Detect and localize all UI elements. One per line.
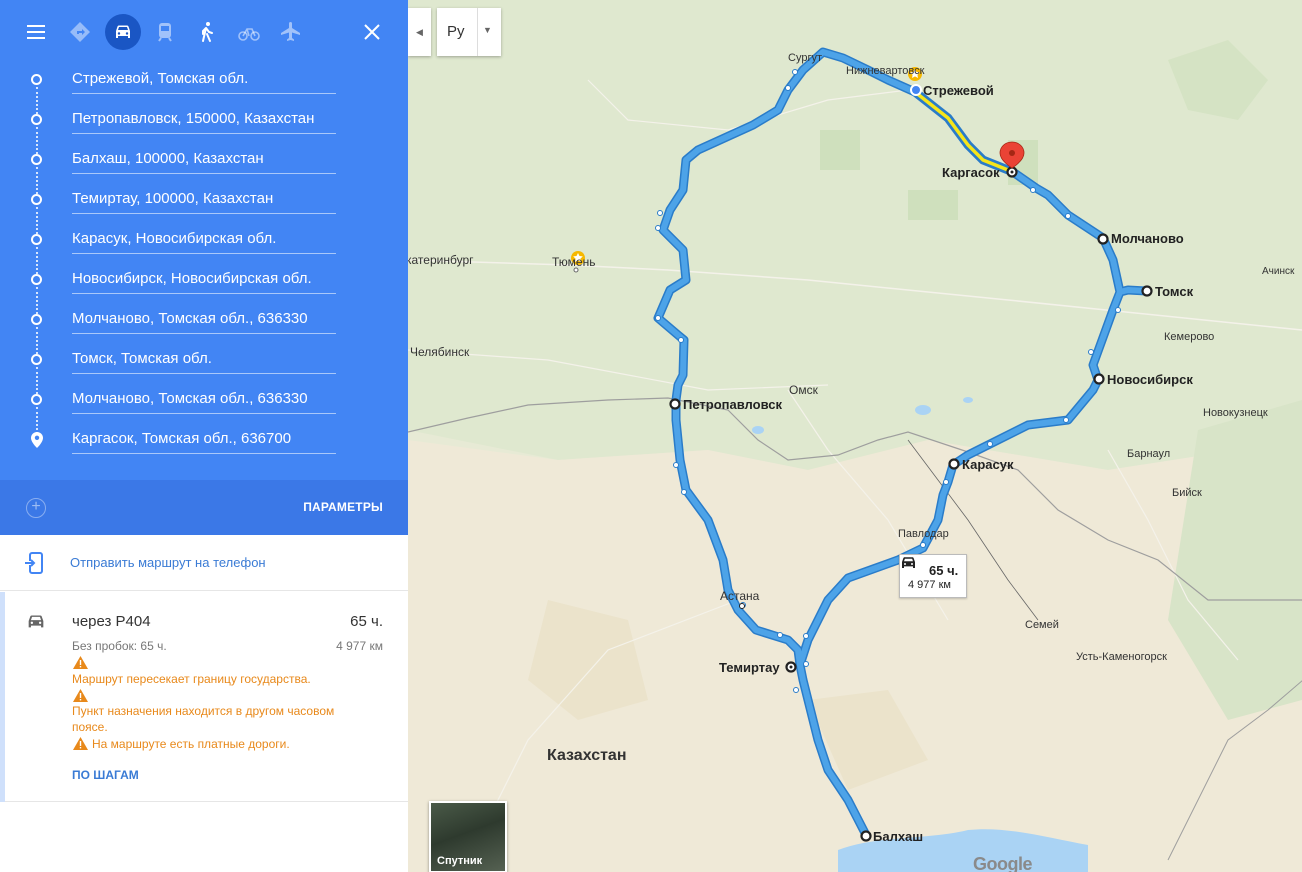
waypoint-item[interactable]: Томск, Томская обл. [0,340,408,394]
add-destination-icon[interactable]: + [26,498,46,518]
waypoint-list: Стрежевой, Томская обл. Петропавловск, 1… [0,60,408,460]
waypoint-circle-icon [31,154,42,165]
waypoint-item[interactable]: Петропавловск, 150000, Казахстан [0,100,408,154]
language-select[interactable]: Ру ▼ [437,8,501,56]
route-warning: На маршруте есть платные дороги. [92,737,290,751]
directions-header: Стрежевой, Томская обл. Петропавловск, 1… [0,0,408,535]
route-no-traffic: Без пробок: 65 ч. [72,639,167,653]
waypoint-item[interactable]: Молчаново, Томская обл., 636330 [0,380,408,434]
close-icon[interactable] [354,14,390,50]
waypoint-input[interactable]: Новосибирск, Новосибирская обл. [72,270,336,294]
callout-distance: 4 977 км [908,579,951,591]
send-to-phone-icon [25,552,43,574]
waypoint-input[interactable]: Молчаново, Томская обл., 636330 [72,390,336,414]
language-label: Ру [447,23,465,40]
waypoint-circle-icon [31,314,42,325]
waypoint-circle-icon [31,234,42,245]
menu-icon[interactable] [18,14,54,50]
satellite-toggle[interactable]: Спутник [429,801,507,872]
route-option[interactable]: через Р404 65 ч. Без пробок: 65 ч. 4 977… [0,592,408,802]
waypoint-input[interactable]: Балхаш, 100000, Казахстан [72,150,336,174]
waypoint-item[interactable]: Молчаново, Томская обл., 636330 [0,300,408,354]
send-to-phone-link[interactable]: Отправить маршрут на телефон [70,555,266,570]
directions-panel: Стрежевой, Томская обл. Петропавловск, 1… [0,0,408,872]
waypoint-input[interactable]: Каргасок, Томская обл., 636700 [72,430,336,454]
destination-pin-icon [31,432,43,448]
steps-link[interactable]: ПО ШАГАМ [72,768,139,782]
route-info-callout[interactable]: 65 ч. 4 977 км [899,554,967,598]
waypoint-input[interactable]: Стрежевой, Томская обл. [72,70,336,94]
waypoint-input[interactable]: Темиртау, 100000, Казахстан [72,190,336,214]
waypoint-input[interactable]: Петропавловск, 150000, Казахстан [72,110,336,134]
waypoint-circle-icon [31,194,42,205]
params-bar: + ПАРАМЕТРЫ [0,480,408,535]
satellite-label: Спутник [437,855,483,867]
car-icon [902,557,915,568]
params-button[interactable]: ПАРАМЕТРЫ [303,500,383,514]
waypoint-input[interactable]: Молчаново, Томская обл., 636330 [72,310,336,334]
route-via: через Р404 [72,613,151,630]
map-canvas[interactable]: Стрежевой Каргасок Молчаново Томск Новос… [408,0,1302,872]
callout-duration: 65 ч. [929,563,959,578]
waypoint-item[interactable]: Каргасок, Томская обл., 636700 [0,420,408,460]
walk-icon[interactable] [189,14,225,50]
waypoint-item[interactable]: Карасук, Новосибирская обл. [0,220,408,274]
transit-icon[interactable] [147,14,183,50]
route-distance: 4 977 км [336,639,383,653]
waypoint-item[interactable]: Балхаш, 100000, Казахстан [0,140,408,194]
waypoint-circle-icon [31,274,42,285]
waypoint-input[interactable]: Томск, Томская обл. [72,350,336,374]
route-selected-indicator [0,592,5,802]
route-duration: 65 ч. [350,613,383,630]
best-route-icon[interactable] [62,14,98,50]
warning-icon [73,737,88,750]
map-svg [408,0,1302,872]
route-warning: Пункт назначения находится в другом часо… [72,704,335,734]
warning-icon [73,689,88,702]
waypoint-circle-icon [31,394,42,405]
warning-icon [73,656,88,669]
waypoint-item[interactable]: Новосибирск, Новосибирская обл. [0,260,408,314]
car-icon [28,615,44,628]
waypoint-input[interactable]: Карасук, Новосибирская обл. [72,230,336,254]
send-to-phone-row[interactable]: Отправить маршрут на телефон [0,535,408,591]
car-mode-icon[interactable] [105,14,141,50]
waypoint-item[interactable]: Стрежевой, Томская обл. [0,60,408,114]
waypoint-circle-icon [31,114,42,125]
bike-icon[interactable] [231,14,267,50]
waypoint-item[interactable]: Темиртау, 100000, Казахстан [0,180,408,234]
chevron-left-icon: ◀ [416,26,423,37]
waypoint-circle-icon [31,74,42,85]
collapse-panel-button[interactable]: ◀ [408,8,431,56]
dropdown-arrow-icon: ▼ [483,25,492,35]
route-warning: Маршрут пересекает границу государства. [72,672,311,686]
waypoint-circle-icon [31,354,42,365]
travel-mode-toolbar [0,0,408,64]
flight-icon[interactable] [273,14,309,50]
